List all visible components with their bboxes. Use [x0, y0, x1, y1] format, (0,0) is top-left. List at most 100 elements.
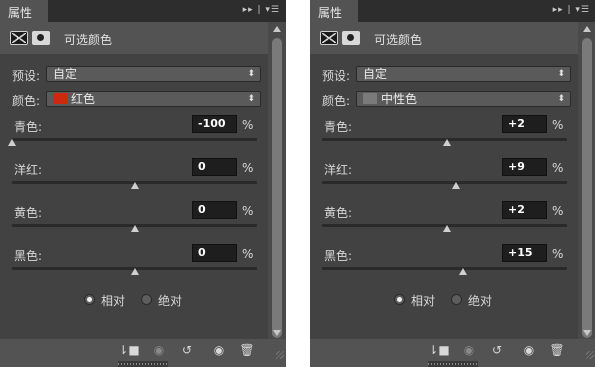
black-unit: % — [242, 247, 254, 261]
black-slider-track[interactable] — [322, 267, 567, 270]
color-label: 颜色: — [12, 94, 41, 108]
absolute-radio[interactable] — [451, 294, 462, 305]
color-select[interactable]: 红色 ⬍ — [46, 91, 261, 107]
black-slider-thumb[interactable] — [130, 268, 139, 275]
magenta-slider-thumb[interactable] — [451, 182, 460, 189]
scrollbar-thumb[interactable] — [582, 38, 592, 338]
eye-icon[interactable]: ◉ — [518, 342, 540, 358]
magenta-label: 洋红: — [324, 163, 353, 177]
adjustment-header: 可选颜色 — [0, 22, 286, 54]
panel-tab-bar: 属性 ▸▸ | ▾☰ — [0, 0, 286, 22]
updown-arrow-icon: ⬍ — [247, 69, 255, 79]
properties-panel-right: 属性 ▸▸ | ▾☰ 可选颜色 预设: 自定 ⬍ 颜色: 中性色 ⬍ 青色: +… — [310, 0, 595, 367]
scroll-up-icon[interactable] — [273, 26, 281, 32]
clip-to-layer-icon[interactable]: ⇂■ — [118, 342, 140, 358]
panel-footer: ⇂■ ◉ ↺ ◉ 🗑 — [0, 339, 286, 361]
layer-mask-icon[interactable] — [32, 31, 50, 45]
adjustment-header: 可选颜色 — [310, 22, 595, 54]
color-swatch — [53, 93, 67, 104]
preset-value: 自定 — [363, 67, 388, 81]
layer-mask-icon[interactable] — [342, 31, 360, 45]
scroll-up-icon[interactable] — [583, 26, 591, 32]
scrollbar[interactable] — [578, 22, 595, 339]
resize-corner-icon[interactable] — [276, 351, 284, 359]
preset-value: 自定 — [53, 67, 78, 81]
panel-footer: ⇂■ ◉ ↺ ◉ 🗑 — [310, 339, 595, 361]
yellow-slider-thumb[interactable] — [442, 225, 451, 232]
yellow-value-input[interactable]: 0 — [192, 201, 237, 219]
clip-to-layer-icon[interactable]: ⇂■ — [428, 342, 450, 358]
cyan-slider-thumb[interactable] — [8, 139, 16, 146]
black-slider-thumb[interactable] — [458, 268, 467, 275]
black-value-input[interactable]: 0 — [192, 244, 237, 262]
black-label: 黑色: — [14, 249, 43, 263]
relative-label[interactable]: 相对 — [411, 292, 435, 309]
eye-icon[interactable]: ◉ — [208, 342, 230, 358]
panel-body: 可选颜色 预设: 自定 ⬍ 颜色: 红色 ⬍ 青色: -100 % 洋红: 0 … — [0, 22, 286, 339]
scroll-down-icon[interactable] — [273, 330, 281, 336]
absolute-label[interactable]: 绝对 — [468, 292, 492, 309]
visibility-toggle-icon[interactable]: ◉ — [148, 342, 170, 358]
yellow-unit: % — [552, 204, 564, 218]
color-value: 红色 — [71, 92, 96, 106]
magenta-unit: % — [242, 161, 254, 175]
properties-panel-left: 属性 ▸▸ | ▾☰ 可选颜色 预设: 自定 ⬍ 颜色: 红色 ⬍ 青色: -1… — [0, 0, 286, 367]
tab-properties[interactable]: 属性 — [310, 0, 358, 22]
yellow-value-input[interactable]: +2 — [502, 201, 547, 219]
reset-icon[interactable]: ↺ — [486, 342, 508, 358]
cyan-value-input[interactable]: -100 — [192, 115, 237, 133]
adjustment-layer-icon[interactable] — [320, 31, 338, 45]
relative-radio[interactable] — [394, 294, 405, 305]
panel-menu-icon[interactable]: ▸▸ | ▾☰ — [553, 5, 590, 15]
updown-arrow-icon: ⬍ — [557, 69, 565, 79]
panel-tab-bar: 属性 ▸▸ | ▾☰ — [310, 0, 595, 22]
magenta-value-input[interactable]: 0 — [192, 158, 237, 176]
magenta-label: 洋红: — [14, 163, 43, 177]
magenta-slider-thumb[interactable] — [130, 182, 139, 189]
yellow-label: 黄色: — [14, 206, 43, 220]
absolute-label[interactable]: 绝对 — [158, 292, 182, 309]
cyan-unit: % — [552, 118, 564, 132]
black-unit: % — [552, 247, 564, 261]
adjustment-title: 可选颜色 — [374, 33, 423, 47]
relative-radio[interactable] — [84, 294, 95, 305]
visibility-toggle-icon[interactable]: ◉ — [458, 342, 480, 358]
adjustment-layer-icon[interactable] — [10, 31, 28, 45]
cyan-slider-thumb[interactable] — [442, 139, 451, 146]
black-value-input[interactable]: +15 — [502, 244, 547, 262]
color-select[interactable]: 中性色 ⬍ — [356, 91, 571, 107]
cyan-label: 青色: — [324, 120, 353, 134]
updown-arrow-icon: ⬍ — [247, 94, 255, 104]
scrollbar[interactable] — [268, 22, 286, 339]
tab-properties[interactable]: 属性 — [0, 0, 48, 22]
black-label: 黑色: — [324, 249, 353, 263]
preset-select[interactable]: 自定 ⬍ — [46, 66, 261, 82]
cyan-value-input[interactable]: +2 — [502, 115, 547, 133]
yellow-label: 黄色: — [324, 206, 353, 220]
color-value: 中性色 — [381, 92, 418, 106]
reset-icon[interactable]: ↺ — [176, 342, 198, 358]
relative-label[interactable]: 相对 — [101, 292, 125, 309]
preset-select[interactable]: 自定 ⬍ — [356, 66, 571, 82]
resize-corner-icon[interactable] — [586, 351, 594, 359]
scrollbar-thumb[interactable] — [272, 38, 282, 338]
cyan-slider-track[interactable] — [12, 138, 257, 141]
cyan-label: 青色: — [14, 120, 43, 134]
absolute-radio[interactable] — [141, 294, 152, 305]
preset-label: 预设: — [12, 69, 41, 83]
preset-label: 预设: — [322, 69, 351, 83]
cyan-unit: % — [242, 118, 254, 132]
magenta-unit: % — [552, 161, 564, 175]
yellow-slider-thumb[interactable] — [130, 225, 139, 232]
panel-body: 可选颜色 预设: 自定 ⬍ 颜色: 中性色 ⬍ 青色: +2 % 洋红: +9 … — [310, 22, 595, 339]
yellow-unit: % — [242, 204, 254, 218]
adjustment-title: 可选颜色 — [64, 33, 113, 47]
scroll-down-icon[interactable] — [583, 330, 591, 336]
panel-menu-icon[interactable]: ▸▸ | ▾☰ — [243, 5, 280, 15]
trash-icon[interactable]: 🗑 — [546, 342, 568, 358]
resize-grip[interactable] — [428, 361, 478, 367]
trash-icon[interactable]: 🗑 — [236, 342, 258, 358]
magenta-value-input[interactable]: +9 — [502, 158, 547, 176]
magenta-slider-track[interactable] — [322, 181, 567, 184]
resize-grip[interactable] — [118, 361, 168, 367]
